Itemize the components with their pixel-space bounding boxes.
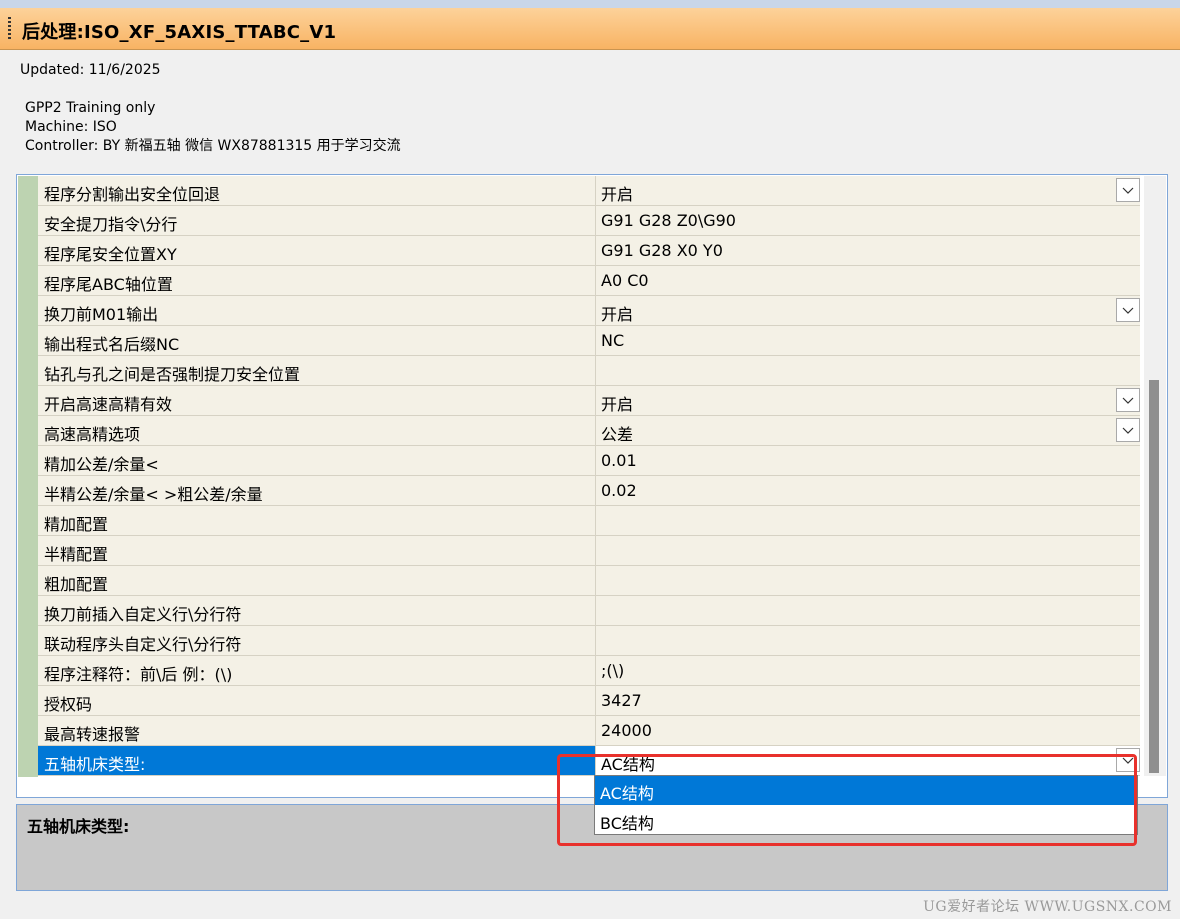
property-label: 半精配置 [44, 545, 109, 564]
property-value[interactable] [595, 356, 1140, 385]
property-value[interactable] [595, 626, 1140, 655]
updated-text: Updated: 11/6/2025 [20, 62, 161, 78]
property-value[interactable]: NC [595, 326, 1140, 355]
property-row[interactable]: 精加公差/余量< 0.01 [38, 446, 1140, 476]
property-label: 精加公差/余量< [44, 455, 159, 474]
property-label: 高速高精选项 [44, 425, 141, 444]
annotation-highlight-box [557, 754, 1137, 846]
property-label: 程序注释符：前\后 例：(\) [44, 665, 233, 684]
property-row[interactable]: 安全提刀指令\分行 G91 G28 Z0\G90 [38, 206, 1140, 236]
property-row[interactable]: 粗加配置 [38, 566, 1140, 596]
property-label: 半精公差/余量< >粗公差/余量 [44, 485, 263, 504]
property-label: 最高转速报警 [44, 725, 141, 744]
description-title: 五轴机床类型: [27, 817, 130, 836]
title-bar: 后处理:ISO_XF_5AXIS_TTABC_V1 [0, 8, 1180, 50]
property-label: 开启高速高精有效 [44, 395, 173, 414]
property-label: 程序尾ABC轴位置 [44, 275, 173, 294]
property-row[interactable]: 程序尾ABC轴位置 A0 C0 [38, 266, 1140, 296]
property-value[interactable] [595, 506, 1140, 535]
property-label: 程序分割输出安全位回退 [44, 185, 221, 204]
property-row[interactable]: 联动程序头自定义行\分行符 [38, 626, 1140, 656]
property-grid: 程序分割输出安全位回退 开启 安全提刀指令\分行 G91 G28 Z0\G90 … [16, 174, 1168, 798]
property-row[interactable]: 精加配置 [38, 506, 1140, 536]
property-row[interactable]: 高速高精选项 公差 [38, 416, 1140, 446]
info-training-text: GPP2 Training only [25, 100, 156, 116]
property-value[interactable]: A0 C0 [595, 266, 1140, 295]
window-top-border [0, 0, 1180, 8]
property-label: 程序尾安全位置XY [44, 245, 177, 264]
property-value[interactable]: 0.01 [595, 446, 1140, 475]
property-row[interactable]: 钻孔与孔之间是否强制提刀安全位置 [38, 356, 1140, 386]
property-label: 安全提刀指令\分行 [44, 215, 178, 234]
property-value[interactable]: G91 G28 X0 Y0 [595, 236, 1140, 265]
property-label: 换刀前插入自定义行\分行符 [44, 605, 242, 624]
property-value[interactable]: 公差 [595, 416, 1140, 445]
property-label: 换刀前M01输出 [44, 305, 159, 324]
scrollbar-thumb[interactable] [1149, 380, 1159, 773]
chevron-down-icon[interactable] [1116, 298, 1140, 322]
chevron-down-icon[interactable] [1116, 178, 1140, 202]
watermark: UG爱好者论坛 WWW.UGSNX.COM [923, 899, 1172, 915]
property-label: 钻孔与孔之间是否强制提刀安全位置 [44, 365, 301, 384]
vertical-scrollbar[interactable] [1144, 176, 1166, 776]
drag-grip-icon[interactable] [8, 17, 11, 41]
property-row[interactable]: 程序注释符：前\后 例：(\) ;(\) [38, 656, 1140, 686]
property-label: 输出程式名后缀NC [44, 335, 180, 354]
property-row[interactable]: 最高转速报警 24000 [38, 716, 1140, 746]
property-value[interactable]: 开启 [595, 296, 1140, 325]
grid-left-strip [18, 176, 38, 777]
property-value[interactable] [595, 566, 1140, 595]
chevron-down-icon[interactable] [1116, 388, 1140, 412]
property-row[interactable]: 程序分割输出安全位回退 开启 [38, 176, 1140, 206]
property-label: 联动程序头自定义行\分行符 [44, 635, 242, 654]
info-machine-text: Machine: ISO [25, 119, 117, 135]
property-value[interactable]: 3427 [595, 686, 1140, 715]
property-value[interactable]: 0.02 [595, 476, 1140, 505]
property-value[interactable] [595, 536, 1140, 565]
property-row[interactable]: 半精公差/余量< >粗公差/余量 0.02 [38, 476, 1140, 506]
window-title: 后处理:ISO_XF_5AXIS_TTABC_V1 [22, 22, 337, 43]
property-label: 粗加配置 [44, 575, 109, 594]
property-row[interactable]: 半精配置 [38, 536, 1140, 566]
property-value[interactable]: G91 G28 Z0\G90 [595, 206, 1140, 235]
property-value[interactable] [595, 596, 1140, 625]
property-row[interactable]: 程序尾安全位置XY G91 G28 X0 Y0 [38, 236, 1140, 266]
property-value[interactable]: 开启 [595, 176, 1140, 205]
property-row[interactable]: 输出程式名后缀NC NC [38, 326, 1140, 356]
property-row[interactable]: 开启高速高精有效 开启 [38, 386, 1140, 416]
property-value[interactable]: ;(\) [595, 656, 1140, 685]
property-row[interactable]: 换刀前插入自定义行\分行符 [38, 596, 1140, 626]
property-value[interactable]: 开启 [595, 386, 1140, 415]
property-label: 精加配置 [44, 515, 109, 534]
property-row[interactable]: 换刀前M01输出 开启 [38, 296, 1140, 326]
property-row[interactable]: 授权码 3427 [38, 686, 1140, 716]
chevron-down-icon[interactable] [1116, 418, 1140, 442]
property-value[interactable]: 24000 [595, 716, 1140, 745]
info-controller-text: Controller: BY 新福五轴 微信 WX87881315 用于学习交流 [25, 138, 401, 154]
property-label: 授权码 [44, 695, 93, 714]
property-label: 五轴机床类型: [44, 755, 146, 774]
